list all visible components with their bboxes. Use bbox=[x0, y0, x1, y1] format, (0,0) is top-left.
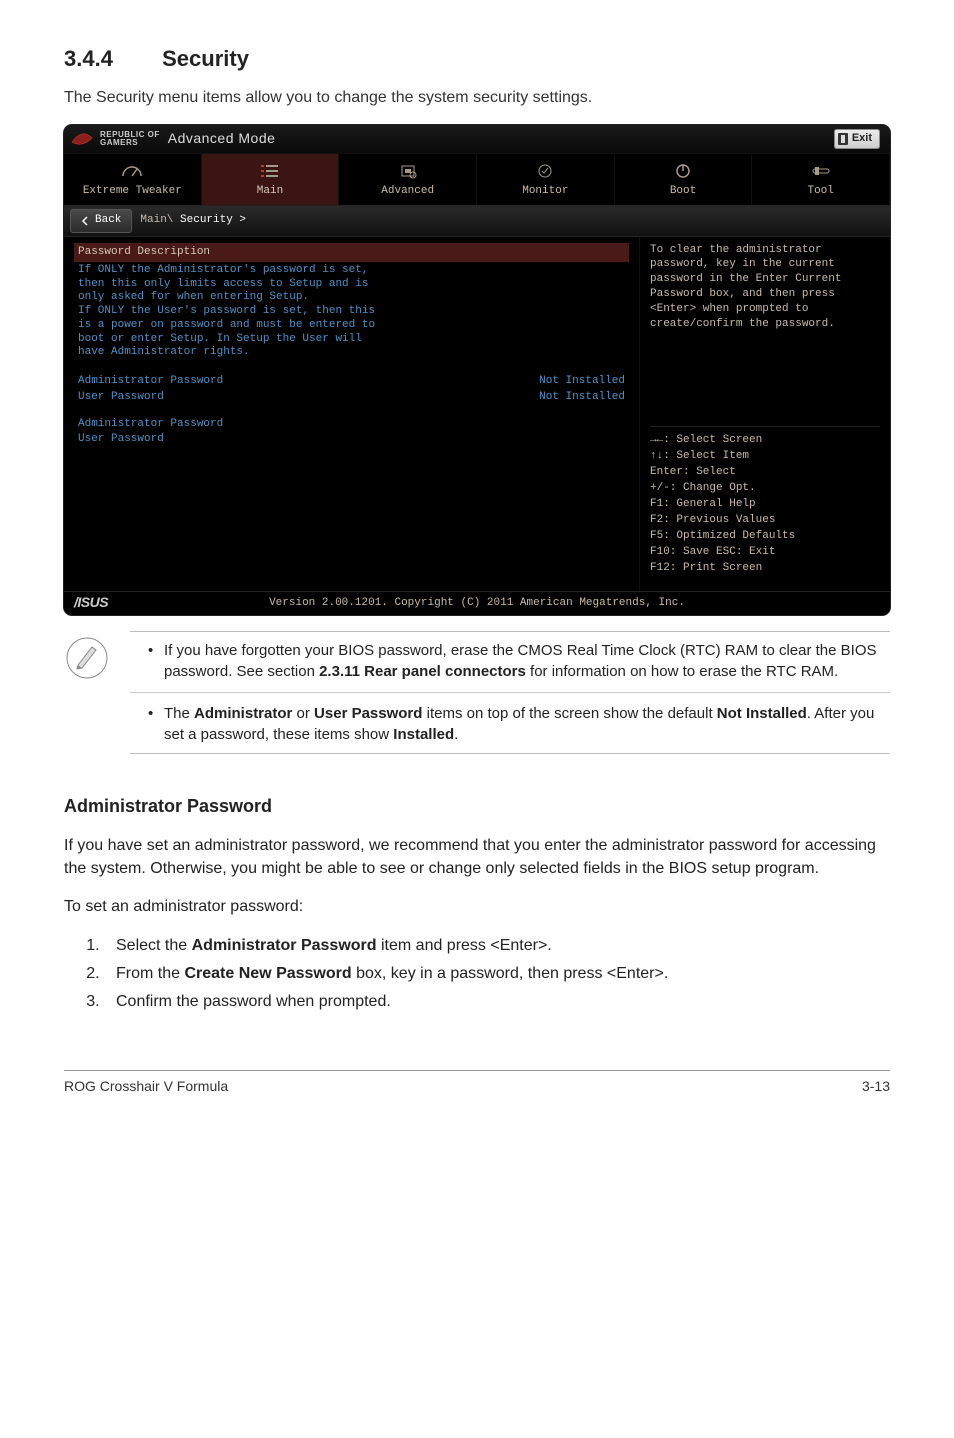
section-number: 3.4.4 bbox=[64, 44, 156, 75]
crumb-main: Main\ bbox=[140, 214, 173, 226]
bios-footer: /ISUS Version 2.00.1201. Copyright (C) 2… bbox=[64, 591, 890, 615]
exit-icon bbox=[838, 133, 848, 145]
context-help: To clear the administrator password, key… bbox=[650, 243, 880, 332]
key-line: +/-: Change Opt. bbox=[650, 481, 880, 497]
tool-icon bbox=[756, 162, 885, 180]
key-line: F12: Print Screen bbox=[650, 561, 880, 577]
key-legend: →←: Select Screen ↑↓: Select Item Enter:… bbox=[650, 426, 880, 576]
tab-monitor[interactable]: Monitor bbox=[477, 154, 615, 205]
key-line: →←: Select Screen bbox=[650, 433, 880, 449]
key-line: F10: Save ESC: Exit bbox=[650, 545, 880, 561]
key-line: F2: Previous Values bbox=[650, 513, 880, 529]
steps-list: Select the Administrator Password item a… bbox=[64, 935, 890, 1014]
section-title-text: Security bbox=[162, 46, 249, 71]
arrow-left-icon bbox=[81, 216, 91, 226]
back-button[interactable]: Back bbox=[70, 209, 132, 232]
exit-label: Exit bbox=[852, 131, 872, 146]
tab-label: Boot bbox=[619, 184, 748, 199]
password-description-text: If ONLY the Administrator's password is … bbox=[74, 264, 629, 360]
step-item: Confirm the password when prompted. bbox=[104, 991, 890, 1013]
brand-bottom: GAMERS bbox=[100, 139, 160, 147]
admin-password-value: Not Installed bbox=[539, 374, 625, 389]
tab-label: Main bbox=[206, 184, 335, 199]
section-heading: 3.4.4 Security bbox=[64, 44, 890, 75]
chip-icon bbox=[343, 162, 472, 180]
asus-logo: /ISUS bbox=[74, 593, 108, 613]
rog-eye-icon bbox=[70, 132, 94, 146]
admin-password-lead: To set an administrator password: bbox=[64, 896, 890, 918]
bios-version: Version 2.00.1201. Copyright (C) 2011 Am… bbox=[269, 597, 685, 609]
user-password-value: Not Installed bbox=[539, 390, 625, 405]
tab-label: Monitor bbox=[481, 184, 610, 199]
left-pane: Password Description If ONLY the Adminis… bbox=[64, 237, 639, 616]
tab-label: Tool bbox=[756, 184, 885, 199]
menu-user-password[interactable]: User Password bbox=[74, 432, 629, 447]
list-icon bbox=[206, 162, 335, 180]
user-password-status: User Password Not Installed bbox=[74, 390, 629, 405]
footer-page-number: 3-13 bbox=[862, 1077, 890, 1097]
step-item: From the Create New Password box, key in… bbox=[104, 963, 890, 985]
bios-titlebar: REPUBLIC OF GAMERS Advanced Mode Exit bbox=[64, 125, 890, 154]
password-description-row[interactable]: Password Description bbox=[74, 243, 629, 262]
menu-administrator-password[interactable]: Administrator Password bbox=[74, 417, 629, 432]
tab-strip: Extreme Tweaker Main Advanced Monitor bbox=[64, 154, 890, 205]
intro-paragraph: The Security menu items allow you to cha… bbox=[64, 87, 890, 109]
footer-product: ROG Crosshair V Formula bbox=[64, 1077, 228, 1097]
tab-advanced[interactable]: Advanced bbox=[339, 154, 477, 205]
key-line: Enter: Select bbox=[650, 465, 880, 481]
tab-extreme-tweaker[interactable]: Extreme Tweaker bbox=[64, 154, 202, 205]
tab-label: Advanced bbox=[343, 184, 472, 199]
right-pane: To clear the administrator password, key… bbox=[639, 237, 890, 616]
admin-password-paragraph: If you have set an administrator passwor… bbox=[64, 835, 890, 880]
note-block: If you have forgotten your BIOS password… bbox=[64, 631, 890, 754]
tab-boot[interactable]: Boot bbox=[615, 154, 753, 205]
step-item: Select the Administrator Password item a… bbox=[104, 935, 890, 957]
tab-label: Extreme Tweaker bbox=[68, 184, 197, 199]
rog-logo: REPUBLIC OF GAMERS bbox=[70, 131, 160, 147]
tab-tool[interactable]: Tool bbox=[752, 154, 890, 205]
breadcrumb-bar: Back Main\ Security > bbox=[64, 205, 890, 236]
note-pencil-icon bbox=[64, 635, 110, 681]
bios-screenshot: REPUBLIC OF GAMERS Advanced Mode Exit Ex… bbox=[64, 125, 890, 615]
admin-password-heading: Administrator Password bbox=[64, 794, 890, 819]
password-description-label: Password Description bbox=[78, 245, 210, 260]
user-password-label: User Password bbox=[78, 390, 164, 405]
breadcrumb: Main\ Security > bbox=[140, 213, 246, 228]
key-line: F1: General Help bbox=[650, 497, 880, 513]
admin-password-label: Administrator Password bbox=[78, 374, 223, 389]
key-line: F5: Optimized Defaults bbox=[650, 529, 880, 545]
power-icon bbox=[619, 162, 748, 180]
note-item: If you have forgotten your BIOS password… bbox=[148, 640, 890, 682]
mode-label: Advanced Mode bbox=[168, 129, 276, 149]
tab-main[interactable]: Main bbox=[202, 154, 340, 205]
crumb-active: Security > bbox=[173, 214, 246, 226]
exit-button[interactable]: Exit bbox=[834, 129, 880, 148]
page-footer: ROG Crosshair V Formula 3-13 bbox=[64, 1070, 890, 1097]
gauge-icon bbox=[68, 162, 197, 180]
monitor-icon bbox=[481, 162, 610, 180]
key-line: ↑↓: Select Item bbox=[650, 449, 880, 465]
note-item: The Administrator or User Password items… bbox=[148, 703, 890, 745]
admin-password-status: Administrator Password Not Installed bbox=[74, 374, 629, 389]
back-label: Back bbox=[95, 213, 121, 228]
